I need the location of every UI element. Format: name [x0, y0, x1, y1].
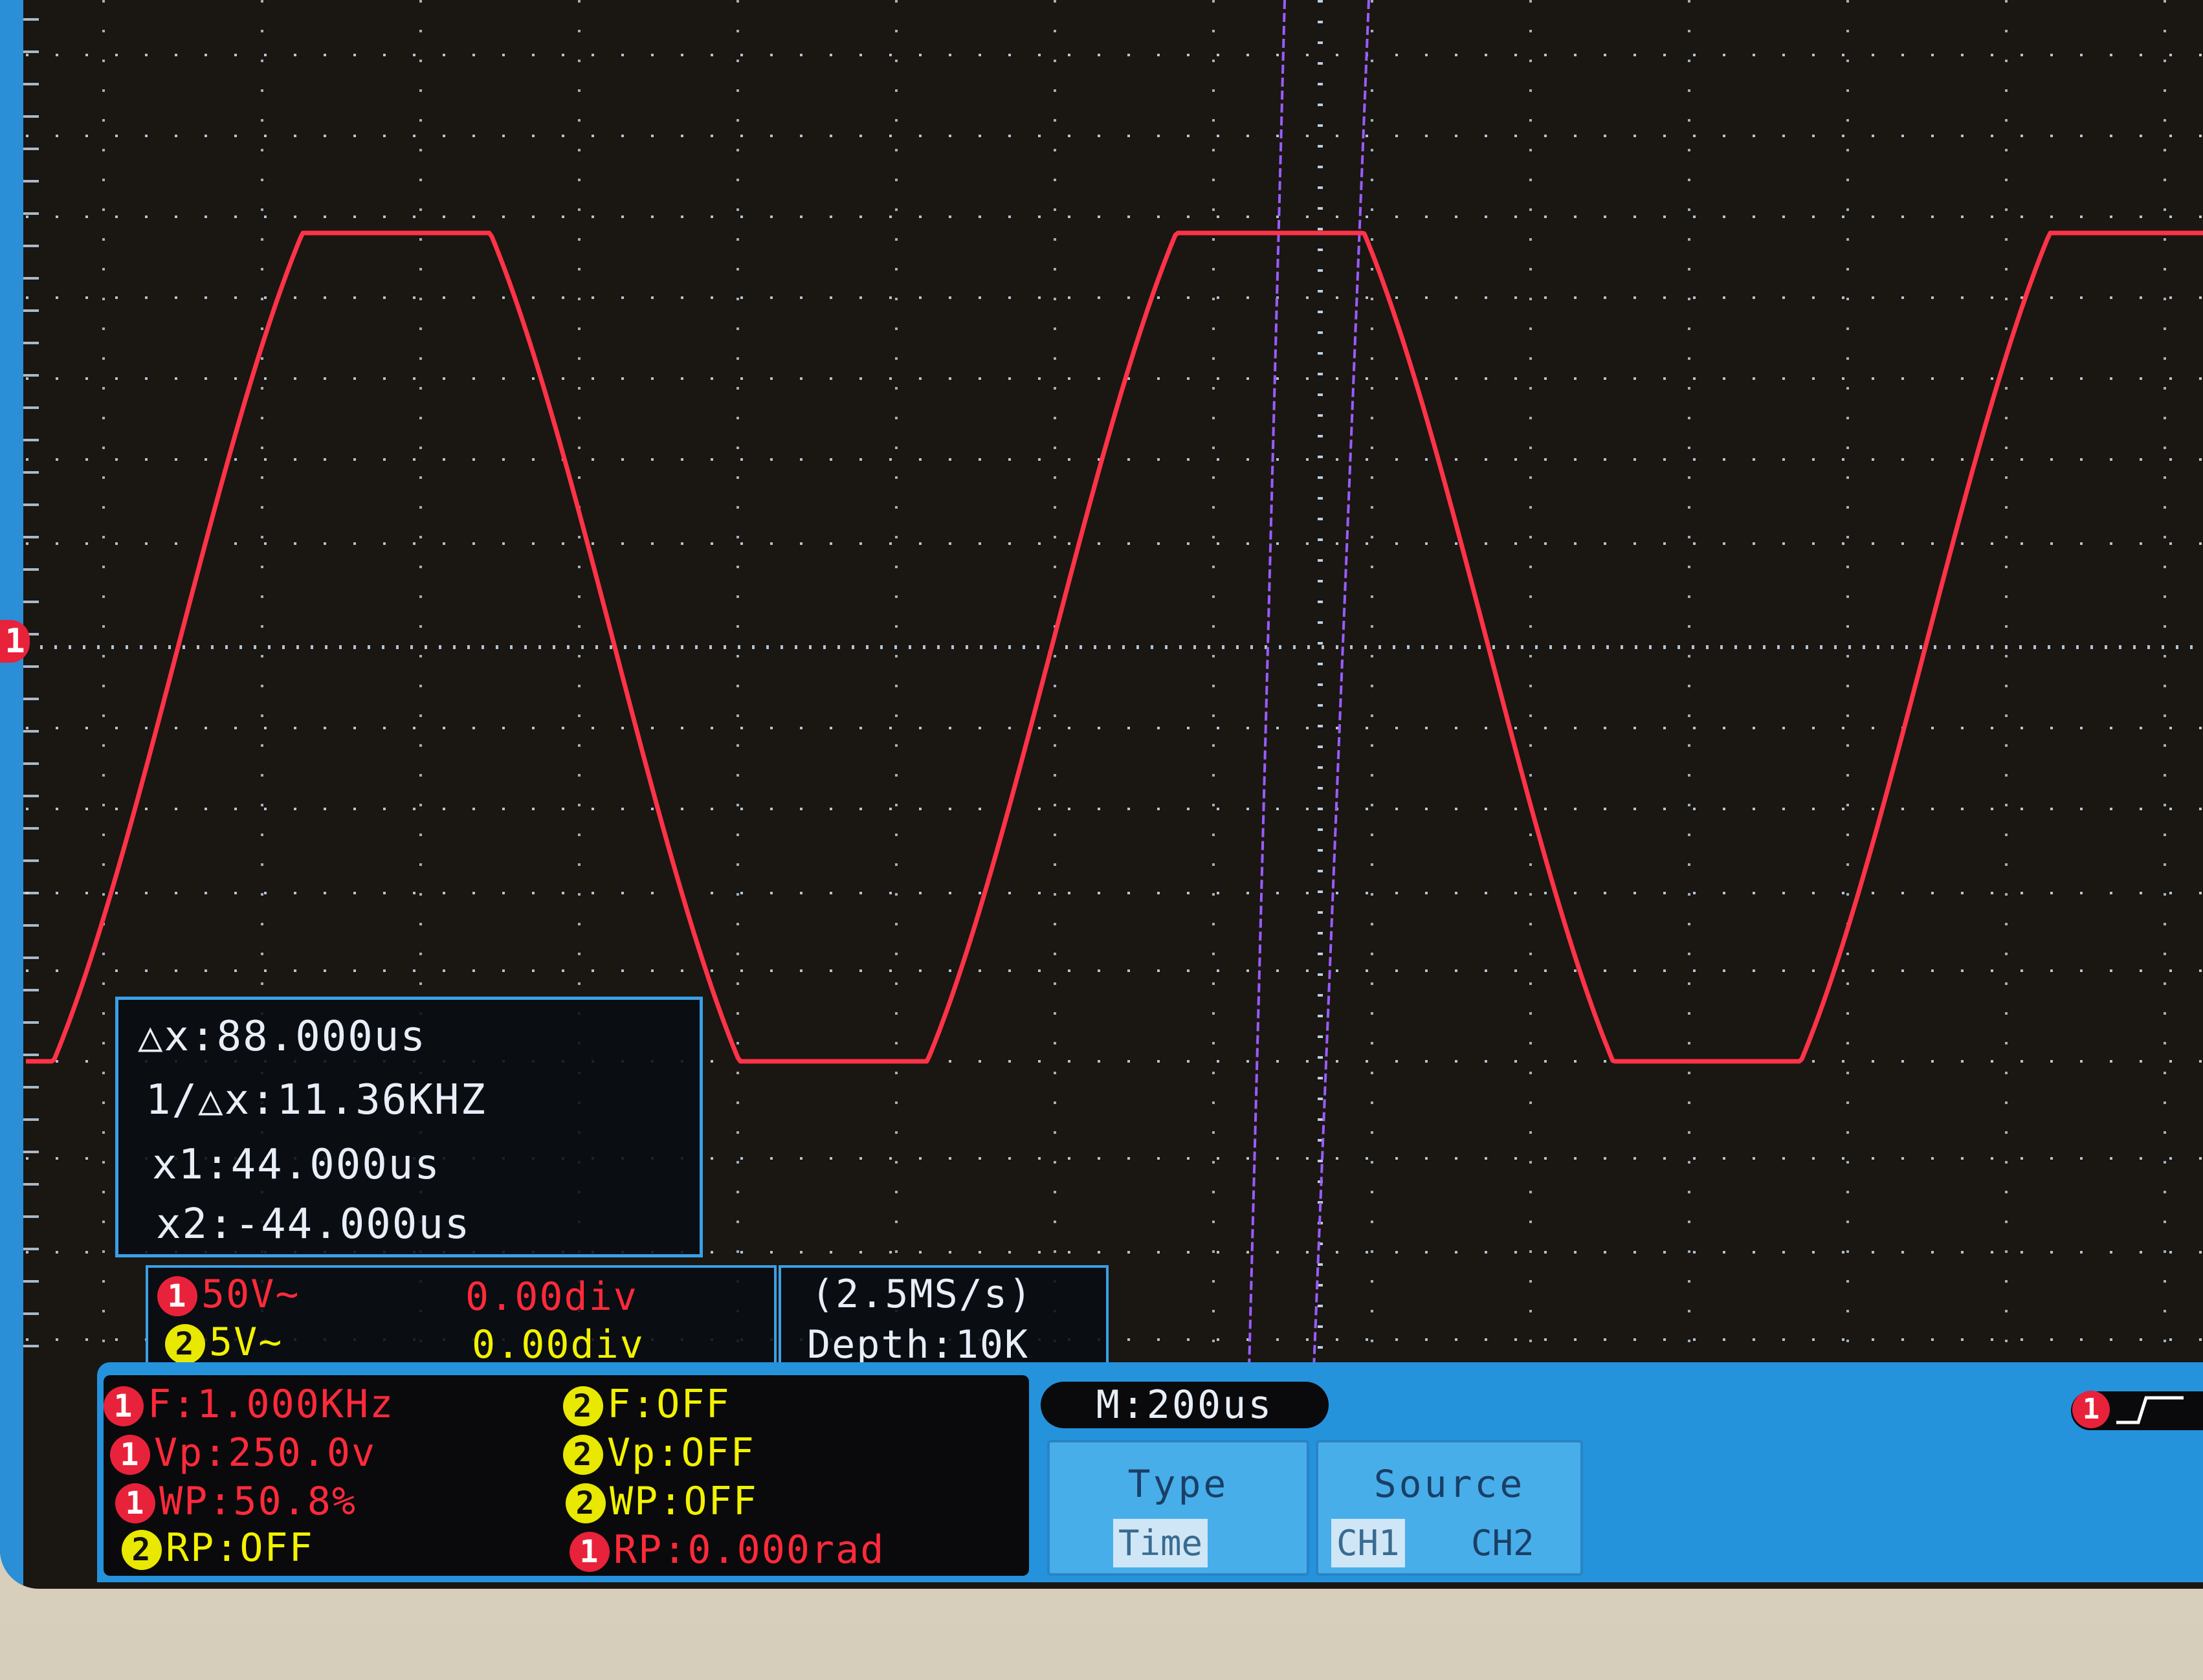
softkey-source-title: Source: [1373, 1462, 1525, 1506]
timebase-indicator[interactable]: M:200us: [1041, 1382, 1329, 1428]
cursor-x1-line: [1248, 0, 1286, 1369]
sample-rate: (2.5MS/s): [811, 1272, 1034, 1317]
acquisition-panel: (2.5MS/s) Depth:10K: [779, 1265, 1109, 1367]
delta-x-readout: △x:88.000us: [138, 1013, 426, 1061]
softkey-source[interactable]: Source CH1 CH2: [1316, 1440, 1583, 1576]
trigger-channel-badge: 1: [2072, 1391, 2110, 1428]
x1-readout: x1:44.000us: [152, 1141, 441, 1189]
ch1-badge: 1: [157, 1276, 197, 1317]
meas-ch1-frequency: 1 F:1.000KHz: [104, 1382, 394, 1427]
meas-ch1-wp: 1 WP:50.8%: [115, 1479, 357, 1524]
ch2-offset: 0.00div: [472, 1322, 645, 1367]
channel-scale-panel: 1 50V~ 0.00div 2 5V~ 0.00div: [146, 1265, 777, 1367]
inverse-delta-x-readout: 1/△x:11.36KHZ: [146, 1076, 487, 1124]
softkey-source-option-ch1[interactable]: CH1: [1331, 1519, 1405, 1567]
ch2-scale-row[interactable]: 2 5V~: [165, 1320, 283, 1365]
ch2-scale: 5V~: [209, 1320, 283, 1365]
softkey-type-option-time[interactable]: Time: [1113, 1519, 1208, 1567]
softkey-type[interactable]: Type Time: [1047, 1440, 1309, 1576]
scope-screen: 1 △x:88.000us 1/△x:11.36KHZ x1:44.000us …: [0, 0, 2203, 1589]
measurement-panel: 1 F:1.000KHz 1 Vp:250.0v 1 WP:50.8% 2 RP:OFF…: [104, 1375, 1029, 1576]
ch1-badge: 1: [570, 1532, 610, 1573]
ch2-badge: 2: [563, 1435, 603, 1476]
meas-ch2-rp: 2 RP:OFF: [122, 1525, 314, 1571]
ch2-badge: 2: [566, 1483, 606, 1524]
ch1-offset: 0.00div: [465, 1274, 638, 1320]
memory-depth: Depth:10K: [807, 1322, 1030, 1367]
ch1-scale-row[interactable]: 1 50V~: [157, 1272, 300, 1317]
meas-ch1-rp: 1 RP:0.000rad: [570, 1527, 885, 1573]
cursor-readout-panel: △x:88.000us 1/△x:11.36KHZ x1:44.000us x2…: [115, 997, 703, 1257]
x2-readout: x2:-44.000us: [156, 1200, 471, 1248]
meas-ch2-vp: 2 Vp:OFF: [563, 1430, 755, 1476]
meas-ch2-frequency: 2 F:OFF: [563, 1382, 731, 1427]
meas-ch2-wp: 2 WP:OFF: [566, 1479, 758, 1524]
ch1-badge: 1: [104, 1386, 144, 1427]
ch2-badge: 2: [122, 1530, 162, 1571]
rising-edge-icon: [2116, 1396, 2184, 1424]
meas-ch1-vp: 1 Vp:250.0v: [110, 1430, 376, 1476]
ch1-badge: 1: [115, 1483, 155, 1524]
softkey-type-title: Type: [1127, 1462, 1229, 1506]
ch1-waveform-trace: [26, 230, 2203, 1064]
ch1-scale: 50V~: [201, 1272, 300, 1317]
softkey-source-option-ch2[interactable]: CH2: [1466, 1519, 1540, 1567]
ch1-badge: 1: [110, 1435, 150, 1476]
trigger-status[interactable]: 1: [2071, 1391, 2203, 1430]
ch2-badge: 2: [165, 1324, 205, 1365]
ch2-badge: 2: [563, 1386, 603, 1427]
